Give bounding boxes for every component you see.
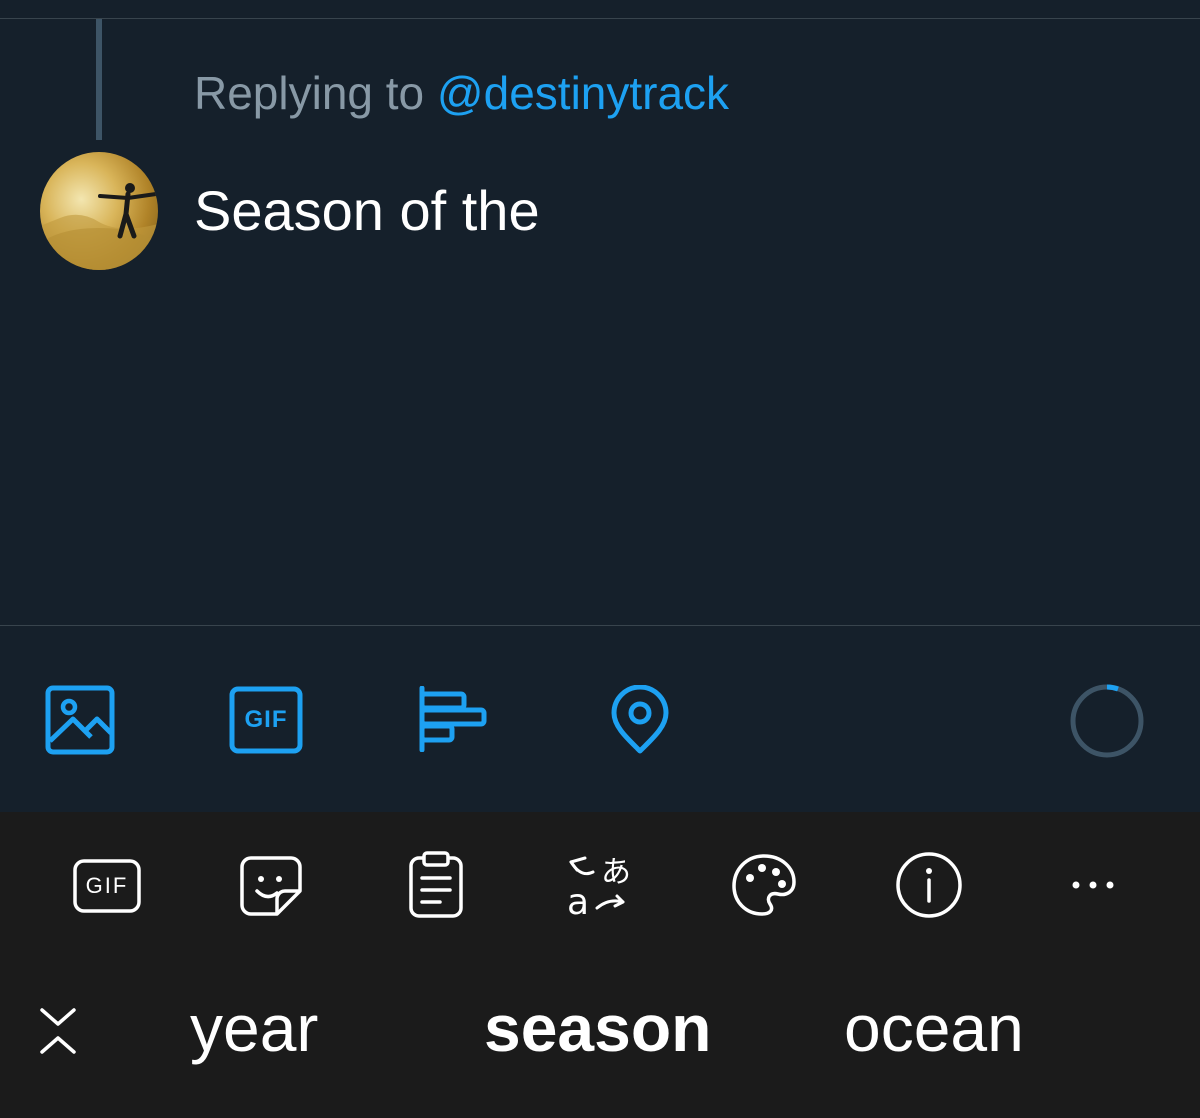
more-options-button[interactable] — [1066, 874, 1120, 896]
translate-icon: あ a — [567, 855, 631, 918]
collapse-suggestions-button[interactable] — [36, 1006, 80, 1056]
tweet-text-input[interactable]: Season of the — [194, 178, 540, 243]
svg-text:あ: あ — [601, 855, 631, 890]
add-location-button[interactable] — [606, 684, 674, 756]
keyboard-gif-label: GIF — [85, 873, 129, 898]
replying-to: Replying to @destinytrack — [194, 66, 729, 120]
keyboard-gif-button[interactable]: GIF — [72, 858, 142, 914]
palette-icon — [732, 854, 796, 916]
location-icon — [611, 685, 669, 754]
more-icon — [1072, 881, 1114, 889]
clipboard-icon — [409, 851, 463, 918]
add-image-button[interactable] — [44, 684, 116, 756]
sticker-icon — [240, 856, 302, 916]
sticker-button[interactable] — [238, 854, 304, 918]
info-button[interactable] — [894, 850, 964, 920]
divider — [0, 18, 1200, 19]
suggestion-season[interactable]: season — [484, 990, 711, 1066]
avatar-figure — [40, 183, 158, 270]
character-count-ring — [1068, 682, 1146, 760]
avatar[interactable] — [40, 152, 158, 270]
image-icon — [45, 685, 115, 755]
gif-label: GIF — [244, 706, 288, 733]
svg-text:a: a — [567, 882, 589, 918]
poll-icon — [419, 686, 487, 752]
clipboard-button[interactable] — [406, 850, 466, 920]
chevron-collapse-icon — [40, 1008, 76, 1054]
suggestion-ocean[interactable]: ocean — [844, 990, 1024, 1066]
add-gif-button[interactable]: GIF — [228, 686, 304, 754]
theme-button[interactable] — [730, 852, 798, 918]
divider — [0, 625, 1200, 626]
compose-area: Replying to @destinytrack Season of the … — [0, 0, 1200, 812]
add-poll-button[interactable] — [416, 686, 490, 752]
replying-handle-link[interactable]: @destinytrack — [437, 67, 729, 119]
replying-prefix: Replying to — [194, 67, 425, 119]
translate-button[interactable]: あ a — [564, 852, 638, 918]
keyboard: GIF あ a — [0, 812, 1200, 1118]
suggestion-year[interactable]: year — [190, 990, 318, 1066]
progress-ring-icon — [1070, 684, 1144, 758]
thread-line — [96, 19, 102, 140]
info-icon — [896, 852, 962, 918]
